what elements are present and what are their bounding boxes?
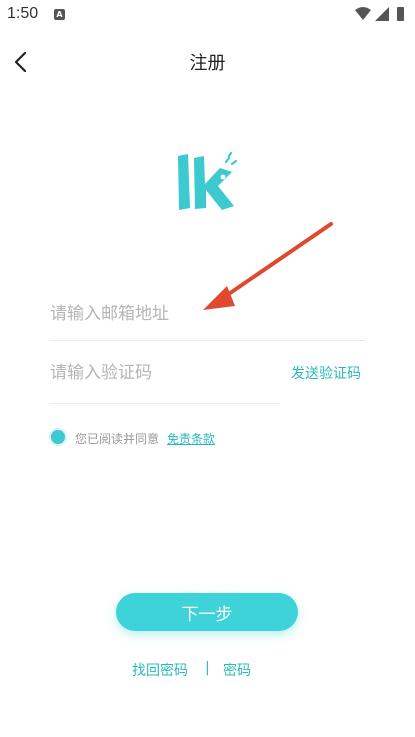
verification-code-field[interactable]	[50, 360, 275, 386]
password-login-link[interactable]: 密码	[223, 660, 251, 680]
status-icons	[355, 7, 404, 21]
email-underline	[50, 340, 365, 341]
agreement-text: 您已阅读并同意	[75, 432, 160, 446]
find-password-link[interactable]: 找回密码	[132, 660, 188, 680]
link-separator: |	[205, 660, 210, 676]
header: 注册	[0, 40, 415, 80]
page-title: 注册	[189, 53, 226, 74]
app-logo	[178, 152, 238, 210]
email-field[interactable]	[50, 301, 360, 327]
terms-link[interactable]: 免责条款	[167, 430, 215, 447]
bottom-links: 找回密码 | 密码	[0, 660, 415, 682]
notification-icon: A	[54, 9, 65, 20]
wifi-icon	[355, 7, 371, 20]
status-time: 1:50	[7, 5, 39, 22]
status-bar: 1:50 A	[0, 0, 415, 30]
next-button[interactable]: 下一步	[116, 593, 298, 631]
code-underline	[50, 403, 280, 404]
agree-checkbox[interactable]	[51, 430, 65, 444]
send-code-button[interactable]: 发送验证码	[291, 363, 361, 383]
battery-icon	[397, 7, 404, 21]
signal-icon	[375, 7, 389, 21]
